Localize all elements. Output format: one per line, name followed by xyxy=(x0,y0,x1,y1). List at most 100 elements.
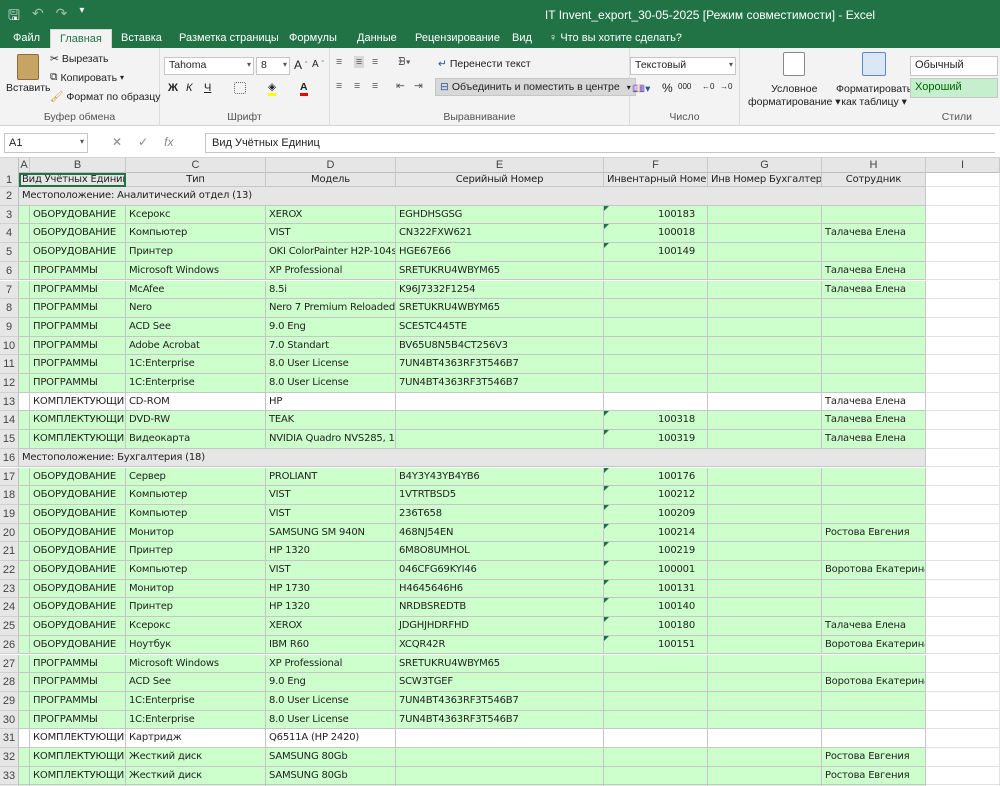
empty-cell[interactable] xyxy=(926,430,1000,449)
row-header[interactable]: 4 xyxy=(0,224,19,244)
data-cell[interactable]: КОМПЛЕКТУЮЩИЕ xyxy=(30,729,126,748)
column-header-f[interactable]: F xyxy=(604,158,708,173)
cell-a[interactable] xyxy=(19,243,30,262)
row-header[interactable]: 18 xyxy=(0,486,19,505)
borders-button[interactable] xyxy=(234,82,246,94)
data-cell[interactable]: Q6511A (HP 2420) xyxy=(266,729,396,748)
data-cell[interactable] xyxy=(822,654,926,674)
data-cell[interactable] xyxy=(708,617,822,636)
column-header-d[interactable]: D xyxy=(266,158,396,173)
empty-cell[interactable] xyxy=(926,654,1000,674)
align-right-button[interactable]: ≡ xyxy=(372,80,378,92)
data-cell[interactable]: 8.5i xyxy=(266,280,396,300)
data-cell[interactable]: Монитор xyxy=(126,579,266,599)
data-cell[interactable]: КОМПЛЕКТУЮЩИЕ xyxy=(30,430,126,449)
data-cell[interactable]: Принтер xyxy=(126,542,266,561)
empty-cell[interactable] xyxy=(926,261,1000,281)
data-cell[interactable] xyxy=(708,261,822,281)
data-cell[interactable] xyxy=(822,336,926,356)
data-cell[interactable]: Талачева Елена xyxy=(822,411,926,431)
data-cell[interactable]: Nero xyxy=(126,299,266,318)
data-cell[interactable]: EGHDHSGSG xyxy=(396,205,604,225)
cell-a[interactable] xyxy=(19,205,30,225)
data-cell[interactable] xyxy=(708,243,822,262)
orientation-button[interactable]: ᗽ▾ xyxy=(398,56,411,69)
data-cell[interactable] xyxy=(604,710,708,730)
cell-a[interactable] xyxy=(19,766,30,786)
cell-a[interactable] xyxy=(19,224,30,244)
empty-cell[interactable] xyxy=(926,336,1000,356)
cell-a[interactable] xyxy=(19,523,30,543)
header-cell[interactable]: Сотрудник xyxy=(822,173,926,187)
data-cell[interactable]: Компьютер xyxy=(126,504,266,524)
conditional-formatting-button[interactable]: Условное форматирование ▾ xyxy=(748,52,841,108)
cancel-icon[interactable]: ✕ xyxy=(112,135,122,149)
data-cell[interactable]: 1VTRTBSD5 xyxy=(396,486,604,505)
empty-cell[interactable] xyxy=(926,710,1000,730)
format-painter-button[interactable]: 🖌 Формат по образцу xyxy=(50,90,161,104)
data-cell[interactable] xyxy=(708,317,822,337)
data-cell[interactable] xyxy=(822,542,926,561)
data-cell[interactable]: 100131 xyxy=(604,579,708,599)
data-cell[interactable]: XP Professional xyxy=(266,654,396,674)
data-cell[interactable]: BV65U8N5B4CT256V3 xyxy=(396,336,604,356)
data-cell[interactable] xyxy=(708,467,822,487)
empty-cell[interactable] xyxy=(926,523,1000,543)
empty-cell[interactable] xyxy=(926,374,1000,393)
column-header-b[interactable]: B xyxy=(30,158,126,173)
data-cell[interactable]: 6M8O8UMHOL xyxy=(396,542,604,561)
empty-cell[interactable] xyxy=(926,205,1000,225)
data-cell[interactable]: ПРОГРАММЫ xyxy=(30,336,126,356)
data-cell[interactable]: Воротова Екатерина xyxy=(822,673,926,692)
empty-cell[interactable] xyxy=(926,280,1000,300)
bold-button[interactable]: Ж xyxy=(168,82,178,94)
formula-input[interactable]: Вид Учётных Единиц xyxy=(205,133,995,153)
row-header[interactable]: 11 xyxy=(0,355,19,374)
empty-cell[interactable] xyxy=(926,635,1000,655)
empty-cell[interactable] xyxy=(926,486,1000,505)
header-cell[interactable]: Инвентарный Номер xyxy=(604,173,708,187)
italic-button[interactable]: К xyxy=(186,82,192,94)
font-name-select[interactable]: Tahoma ▾ xyxy=(164,57,254,75)
data-cell[interactable]: ACD See xyxy=(126,317,266,337)
data-cell[interactable] xyxy=(708,561,822,580)
cell-a[interactable] xyxy=(19,280,30,300)
row-header[interactable]: 31 xyxy=(0,729,19,748)
data-cell[interactable] xyxy=(708,411,822,431)
data-cell[interactable]: SAMSUNG 80Gb xyxy=(266,766,396,786)
data-cell[interactable]: ПРОГРАММЫ xyxy=(30,299,126,318)
data-cell[interactable]: ОБОРУДОВАНИЕ xyxy=(30,486,126,505)
data-cell[interactable]: JDGHJHDRFHD xyxy=(396,617,604,636)
data-cell[interactable]: КОМПЛЕКТУЮЩИЕ xyxy=(30,766,126,786)
grow-font-button[interactable]: Aˆ xyxy=(294,58,307,72)
data-cell[interactable] xyxy=(708,299,822,318)
row-header[interactable]: 15 xyxy=(0,430,19,449)
data-cell[interactable]: Видеокарта xyxy=(126,430,266,449)
row-header[interactable]: 27 xyxy=(0,654,19,674)
data-cell[interactable] xyxy=(708,205,822,225)
data-cell[interactable]: 100219 xyxy=(604,542,708,561)
number-format-select[interactable]: Текстовый ▾ xyxy=(630,57,736,75)
header-cell[interactable]: Модель xyxy=(266,173,396,187)
data-cell[interactable]: Талачева Елена xyxy=(822,261,926,281)
data-cell[interactable]: ОБОРУДОВАНИЕ xyxy=(30,598,126,618)
data-cell[interactable]: Nero 7 Premium Reloaded xyxy=(266,299,396,318)
empty-cell[interactable] xyxy=(926,598,1000,618)
empty-cell[interactable] xyxy=(926,561,1000,580)
cell-a[interactable] xyxy=(19,299,30,318)
data-cell[interactable]: SAMSUNG 80Gb xyxy=(266,748,396,767)
font-size-select[interactable]: 8 ▾ xyxy=(256,57,290,75)
data-cell[interactable]: КОМПЛЕКТУЮЩИЕ xyxy=(30,411,126,431)
cell-a[interactable] xyxy=(19,635,30,655)
data-cell[interactable]: 7UN4BT4363RF3T546B7 xyxy=(396,710,604,730)
style-good[interactable]: Хороший xyxy=(910,78,998,98)
data-cell[interactable]: ПРОГРАММЫ xyxy=(30,673,126,692)
data-cell[interactable]: TEAK xyxy=(266,411,396,431)
data-cell[interactable]: SRETUKRU4WBYM65 xyxy=(396,299,604,318)
data-cell[interactable]: 9.0 Eng xyxy=(266,673,396,692)
data-cell[interactable]: SCESTC445TE xyxy=(396,317,604,337)
data-cell[interactable]: 468NJ54EN xyxy=(396,523,604,543)
cell-a[interactable] xyxy=(19,504,30,524)
empty-cell[interactable] xyxy=(926,673,1000,692)
copy-button[interactable]: ⧉ Копировать ▾ xyxy=(50,71,124,84)
